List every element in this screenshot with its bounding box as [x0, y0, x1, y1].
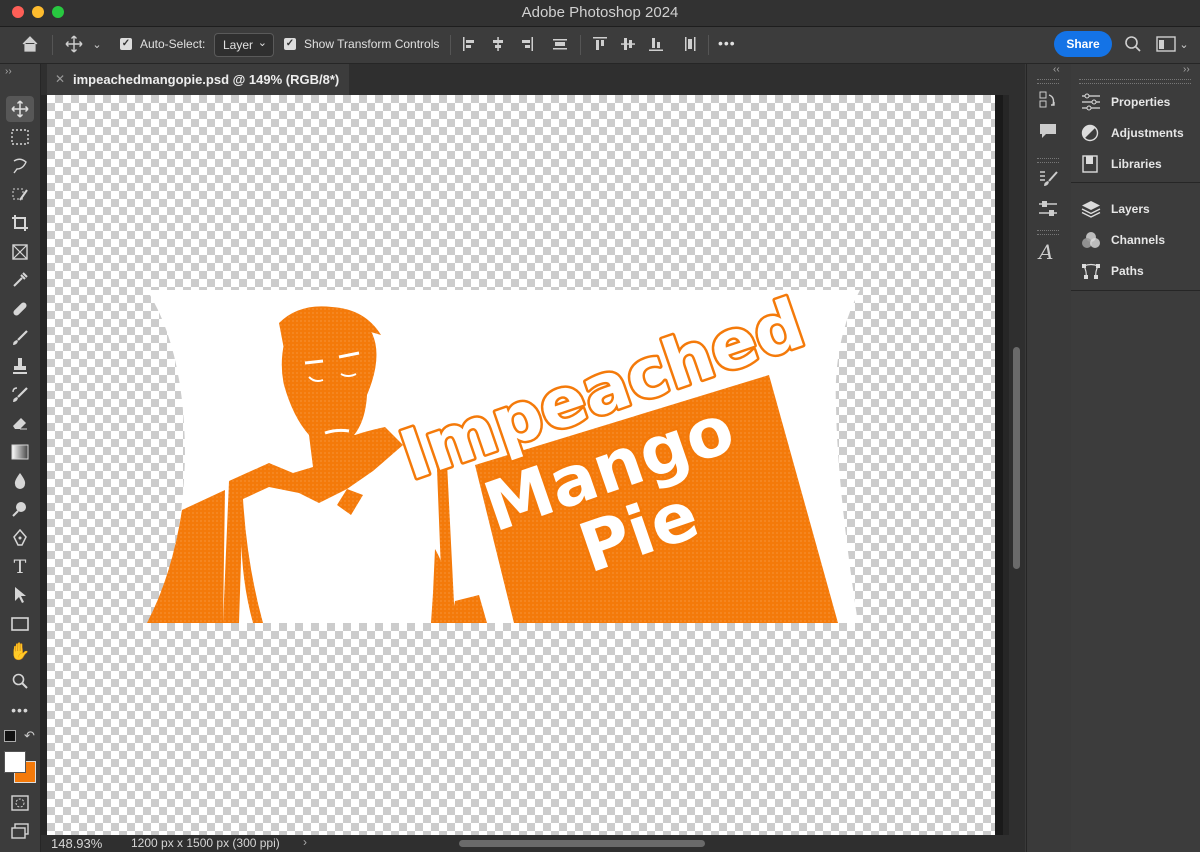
vertical-scrollbar[interactable] — [1009, 95, 1025, 835]
align-horizontal-center-icon[interactable] — [490, 36, 506, 52]
zoom-level[interactable]: 148.93% — [51, 836, 102, 851]
history-brush-tool[interactable] — [6, 382, 34, 408]
history-icon[interactable] — [1039, 91, 1057, 109]
search-icon[interactable] — [1124, 35, 1142, 53]
panels-dock: ›› Properties Adjustments Libraries Laye… — [1071, 64, 1200, 852]
chevron-right-icon[interactable]: › — [303, 835, 307, 849]
default-colors-icon[interactable] — [4, 730, 16, 742]
chevron-down-icon[interactable]: ⌄ — [90, 36, 104, 52]
distribute-icon[interactable] — [552, 36, 568, 52]
marquee-tool[interactable] — [6, 124, 34, 150]
auto-select-label: Auto-Select: — [140, 37, 206, 51]
zoom-tool[interactable] — [6, 668, 34, 694]
healing-brush-tool[interactable] — [6, 296, 34, 322]
path-selection-tool[interactable] — [6, 582, 34, 608]
document-canvas[interactable]: Impeached Mango Pie — [47, 95, 997, 835]
foreground-color-swatch[interactable] — [4, 751, 26, 773]
artwork: Impeached Mango Pie — [147, 282, 860, 623]
frame-tool[interactable] — [6, 239, 34, 265]
document-tab-bar: ✕ impeachedmangopie.psd @ 149% (RGB/8*) — [41, 64, 1025, 95]
adjustments-label: Adjustments — [1111, 126, 1184, 140]
more-options-icon[interactable]: ••• — [718, 35, 736, 51]
edit-toolbar-icon[interactable]: ••• — [6, 697, 34, 723]
libraries-panel-tab[interactable]: Libraries — [1071, 149, 1200, 179]
auto-select-checkbox[interactable]: ✓ — [120, 38, 132, 50]
tools-panel: ›› T ✋ ••• ↶ — [0, 64, 41, 852]
paths-panel-tab[interactable]: Paths — [1071, 256, 1200, 286]
pen-tool[interactable] — [6, 525, 34, 551]
dodge-tool[interactable] — [6, 496, 34, 522]
home-icon[interactable] — [18, 33, 42, 55]
align-bottom-icon[interactable] — [648, 36, 664, 52]
blur-tool[interactable] — [6, 468, 34, 494]
document-tab-title: impeachedmangopie.psd @ 149% (RGB/8*) — [73, 72, 340, 87]
channels-icon — [1082, 232, 1100, 248]
paths-icon — [1082, 263, 1100, 279]
align-right-icon[interactable] — [518, 36, 534, 52]
object-selection-tool[interactable] — [6, 182, 34, 208]
window-title: Adobe Photoshop 2024 — [521, 4, 679, 21]
lasso-tool[interactable] — [6, 153, 34, 179]
close-tab-icon[interactable]: ✕ — [55, 72, 65, 86]
quick-mask-icon[interactable] — [6, 790, 34, 816]
screen-mode-icon[interactable] — [6, 818, 34, 844]
align-vertical-center-icon[interactable] — [620, 36, 636, 52]
align-left-icon[interactable] — [462, 36, 478, 52]
properties-panel-tab[interactable]: Properties — [1071, 87, 1200, 117]
show-transform-label: Show Transform Controls — [304, 37, 440, 51]
eyedropper-tool[interactable] — [6, 267, 34, 293]
channels-label: Channels — [1111, 233, 1166, 247]
libraries-label: Libraries — [1111, 157, 1162, 171]
collapse-chevrons-icon[interactable]: ›› — [5, 66, 12, 77]
gradient-tool[interactable] — [6, 439, 34, 465]
collapse-chevrons-icon[interactable]: ›› — [1183, 64, 1190, 75]
canvas-area[interactable]: Impeached Mango Pie — [41, 95, 1025, 835]
tool-presets-icon[interactable] — [1038, 200, 1058, 218]
layers-panel-tab[interactable]: Layers — [1071, 194, 1200, 224]
show-transform-checkbox[interactable]: ✓ — [284, 38, 296, 50]
brush-settings-icon[interactable] — [1039, 170, 1059, 188]
hand-tool[interactable]: ✋ — [6, 639, 34, 665]
orange-shape-left — [147, 490, 225, 623]
properties-icon — [1082, 93, 1100, 111]
clone-stamp-tool[interactable] — [6, 353, 34, 379]
adjustments-panel-tab[interactable]: Adjustments — [1071, 118, 1200, 148]
layers-label: Layers — [1111, 202, 1150, 216]
comments-icon[interactable] — [1039, 122, 1057, 140]
auto-select-dropdown[interactable]: Layer ⌄ — [214, 33, 274, 57]
auto-select-value: Layer — [223, 38, 254, 52]
crop-tool[interactable] — [6, 210, 34, 236]
glyphs-icon[interactable]: A — [1039, 240, 1053, 264]
brush-tool[interactable] — [6, 325, 34, 351]
options-bar: ⌄ ✓ Auto-Select: Layer ⌄ ✓ Show Transfor… — [0, 27, 1200, 64]
panel-icon-strip: ‹‹ A — [1026, 64, 1072, 852]
eraser-tool[interactable] — [6, 410, 34, 436]
status-bar: 148.93% 1200 px x 1500 px (300 ppi) › — [41, 835, 1025, 852]
chevron-down-icon[interactable]: ⌄ — [1178, 37, 1190, 51]
swap-colors-icon[interactable]: ↶ — [24, 728, 35, 744]
document-tab[interactable]: ✕ impeachedmangopie.psd @ 149% (RGB/8*) — [47, 64, 349, 95]
chevron-down-icon: ⌄ — [257, 37, 267, 49]
distribute-vertical-icon[interactable] — [682, 36, 698, 52]
collapse-chevrons-icon[interactable]: ‹‹ — [1053, 64, 1060, 75]
move-tool-preset-icon[interactable] — [62, 33, 86, 55]
type-tool[interactable]: T — [6, 554, 34, 580]
paths-label: Paths — [1111, 264, 1144, 278]
move-tool[interactable] — [6, 96, 34, 122]
vertical-scrollbar-thumb[interactable] — [1013, 347, 1020, 569]
workspace-icon[interactable] — [1156, 36, 1176, 52]
title-bar: Adobe Photoshop 2024 — [0, 0, 1200, 27]
properties-label: Properties — [1111, 95, 1171, 109]
rectangle-tool[interactable] — [6, 611, 34, 637]
document-dimensions: 1200 px x 1500 px (300 ppi) — [131, 836, 280, 850]
horizontal-scrollbar-thumb[interactable] — [459, 840, 705, 847]
libraries-icon — [1082, 155, 1098, 173]
align-top-icon[interactable] — [592, 36, 608, 52]
adjustments-icon — [1081, 124, 1099, 142]
channels-panel-tab[interactable]: Channels — [1071, 225, 1200, 255]
share-button[interactable]: Share — [1054, 31, 1112, 57]
layers-icon — [1081, 201, 1101, 218]
